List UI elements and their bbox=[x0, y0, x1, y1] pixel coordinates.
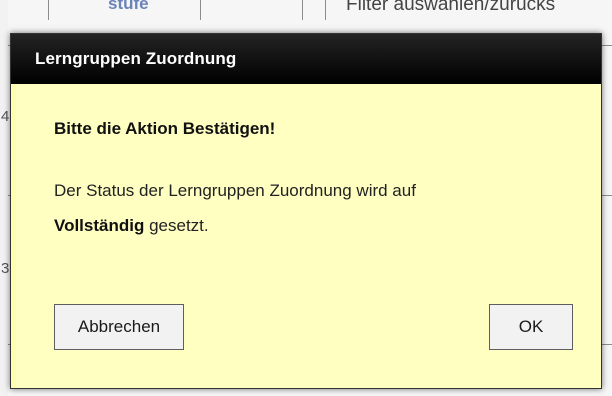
background-column-header-stufe: stufe bbox=[108, 0, 149, 13]
ok-button[interactable]: OK bbox=[489, 304, 573, 350]
table-column-divider bbox=[200, 0, 201, 20]
message-suffix: gesetzt. bbox=[149, 216, 209, 235]
message-prefix: Der Status der Lerngruppen Zuordnung wir… bbox=[54, 181, 416, 200]
table-column-divider bbox=[302, 0, 303, 20]
background-row-number: 3 bbox=[1, 260, 10, 277]
dialog-heading: Bitte die Aktion Bestätigen! bbox=[54, 119, 276, 138]
message-status: Vollständig bbox=[54, 216, 145, 235]
confirmation-dialog: Lerngruppen Zuordnung Bitte die Aktion B… bbox=[10, 33, 602, 389]
dialog-message: Der Status der Lerngruppen Zuordnung wir… bbox=[54, 173, 594, 243]
background-row-number: 4 bbox=[1, 108, 10, 125]
table-column-divider bbox=[325, 0, 326, 20]
dialog-content: Bitte die Aktion Bestätigen! Der Status … bbox=[14, 84, 601, 243]
table-column-divider bbox=[48, 0, 49, 20]
dialog-title: Lerngruppen Zuordnung bbox=[35, 49, 237, 68]
dialog-titlebar[interactable]: Lerngruppen Zuordnung bbox=[11, 34, 601, 84]
cancel-button[interactable]: Abbrechen bbox=[54, 304, 184, 350]
background-filter-text: Filter auswählen/zurücks bbox=[346, 0, 556, 15]
